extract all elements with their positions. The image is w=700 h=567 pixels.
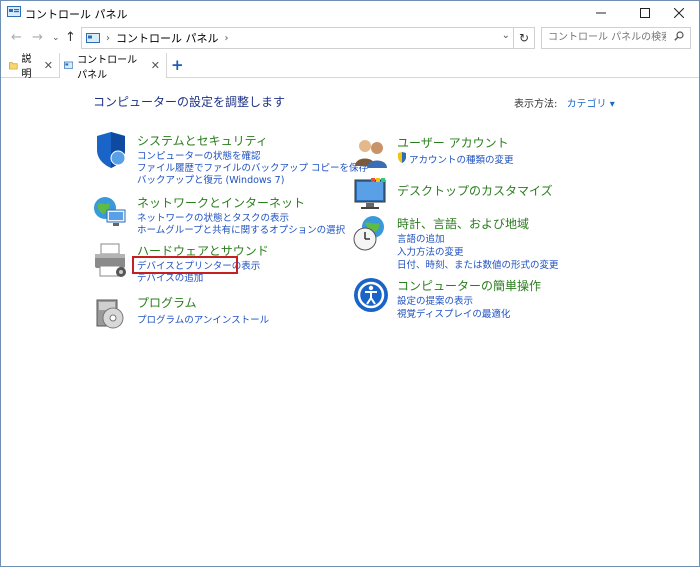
breadcrumb-separator-icon: › bbox=[106, 32, 110, 44]
task-link[interactable]: 設定の提案の表示 bbox=[397, 293, 473, 307]
back-arrow-icon[interactable]: ← bbox=[11, 30, 22, 45]
up-arrow-icon[interactable]: ↑ bbox=[65, 30, 76, 45]
close-icon bbox=[674, 8, 684, 18]
tab-bar: 説明 ✕ コントロール パネル ✕ bbox=[1, 53, 699, 81]
category-title[interactable]: コンピューターの簡単操作 bbox=[397, 277, 541, 294]
printer-icon[interactable] bbox=[93, 242, 129, 278]
category-title[interactable]: ユーザー アカウント bbox=[397, 134, 509, 151]
recent-locations-chevron-icon[interactable]: ⌄ bbox=[52, 33, 60, 43]
tab-close-icon[interactable]: ✕ bbox=[151, 59, 160, 72]
security-shield-icon[interactable] bbox=[93, 132, 129, 168]
task-link[interactable]: 視覚ディスプレイの最適化 bbox=[397, 306, 510, 320]
desktop-customization-icon[interactable] bbox=[353, 176, 389, 212]
tab-control-panel[interactable]: コントロール パネル ✕ bbox=[59, 53, 167, 81]
close-button[interactable] bbox=[659, 1, 699, 25]
task-link[interactable]: 日付、時刻、または数値の形式の変更 bbox=[397, 257, 559, 271]
category-title[interactable]: デスクトップのカスタマイズ bbox=[397, 182, 553, 199]
view-by-dropdown[interactable]: カテゴリ ▾ bbox=[567, 99, 615, 110]
breadcrumb-control-panel[interactable]: コントロール パネル bbox=[116, 30, 219, 46]
page-title: コンピューターの設定を調整します bbox=[93, 95, 286, 109]
programs-icon[interactable] bbox=[93, 294, 129, 330]
view-by-label: 表示方法: bbox=[514, 99, 558, 110]
view-by: 表示方法: カテゴリ ▾ bbox=[514, 95, 615, 110]
tab-label: 説明 bbox=[21, 54, 32, 80]
task-link[interactable]: バックアップと復元 (Windows 7) bbox=[137, 172, 284, 186]
ease-of-access-icon[interactable] bbox=[353, 277, 389, 313]
network-globe-icon[interactable] bbox=[93, 194, 129, 230]
clock-globe-icon[interactable] bbox=[353, 215, 389, 251]
task-link[interactable]: 言語の追加 bbox=[397, 231, 445, 245]
task-link[interactable]: ホームグループと共有に関するオプションの選択 bbox=[137, 222, 345, 236]
control-panel-window: コントロール パネル ← → ⌄ ↑ › コントロール パネル › ⌄ ↻ コン… bbox=[0, 0, 700, 567]
highlight-box bbox=[132, 256, 238, 274]
minimize-button[interactable] bbox=[581, 1, 621, 25]
address-dropdown-icon[interactable]: ⌄ bbox=[502, 30, 510, 41]
category-title[interactable]: システムとセキュリティ bbox=[137, 132, 268, 149]
window-title: コントロール パネル bbox=[25, 8, 128, 21]
task-link[interactable]: アカウントの種類の変更 bbox=[409, 152, 514, 166]
category-title[interactable]: プログラム bbox=[137, 294, 197, 311]
search-box[interactable] bbox=[541, 27, 691, 49]
search-icon[interactable] bbox=[674, 31, 684, 41]
minimize-icon bbox=[596, 12, 606, 14]
refresh-icon[interactable]: ↻ bbox=[513, 28, 534, 48]
control-panel-crumb-icon bbox=[86, 32, 100, 43]
category-title[interactable]: ネットワークとインターネット bbox=[137, 194, 305, 211]
tab-close-icon[interactable]: ✕ bbox=[44, 59, 53, 72]
address-bar[interactable]: › コントロール パネル › ⌄ ↻ bbox=[81, 27, 535, 49]
search-input[interactable] bbox=[542, 28, 666, 46]
forward-arrow-icon[interactable]: → bbox=[32, 30, 43, 45]
control-panel-icon bbox=[7, 6, 21, 17]
tab-explanation[interactable]: 説明 ✕ bbox=[5, 53, 60, 80]
title-bar[interactable]: コントロール パネル bbox=[1, 1, 699, 25]
folder-icon bbox=[9, 61, 18, 69]
breadcrumb-separator-icon[interactable]: › bbox=[225, 33, 229, 44]
user-accounts-icon[interactable] bbox=[353, 134, 389, 170]
control-panel-tab-icon bbox=[64, 61, 74, 69]
uac-shield-icon bbox=[398, 152, 406, 163]
tab-label: コントロール パネル bbox=[77, 54, 138, 81]
maximize-icon bbox=[640, 8, 650, 18]
task-link[interactable]: プログラムのアンインストール bbox=[137, 312, 269, 326]
category-title[interactable]: 時計、言語、および地域 bbox=[397, 215, 529, 232]
task-link[interactable]: 入力方法の変更 bbox=[397, 244, 464, 258]
new-tab-plus-icon[interactable]: + bbox=[171, 56, 184, 74]
